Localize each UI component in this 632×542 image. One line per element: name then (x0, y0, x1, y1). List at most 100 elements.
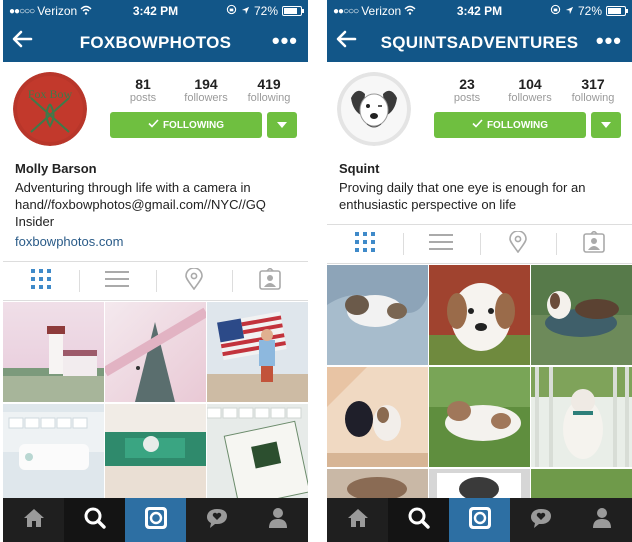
followers-label: followers (508, 92, 552, 104)
search-icon (408, 507, 430, 534)
photo-thumbnail[interactable] (429, 367, 530, 467)
home-icon (346, 507, 370, 534)
avatar[interactable] (337, 72, 411, 146)
posts-stat[interactable]: 81 posts (113, 76, 173, 104)
followers-label: followers (184, 92, 228, 104)
nav-search[interactable] (388, 498, 449, 542)
phone-screen-left: ●●○○○ Verizon 3:42 PM 72% FOXBOWPHOTOS •… (3, 0, 308, 542)
photo-thumbnail[interactable] (207, 404, 308, 504)
home-icon (22, 507, 46, 534)
following-count: 317 (581, 76, 605, 92)
photo-thumbnail[interactable] (3, 404, 104, 504)
grid-view-tab[interactable] (327, 225, 403, 263)
photo-thumbnail[interactable] (429, 469, 530, 499)
activity-icon (205, 507, 229, 534)
nav-camera[interactable] (125, 498, 186, 542)
nav-home[interactable] (3, 498, 64, 542)
list-view-tab[interactable] (403, 225, 479, 263)
followers-stat[interactable]: 104 followers (500, 76, 560, 104)
following-count: 419 (257, 76, 281, 92)
profile-icon (592, 507, 612, 534)
photo-map-tab[interactable] (479, 225, 556, 263)
following-button[interactable]: FOLLOWING (110, 112, 262, 138)
suggestions-dropdown-button[interactable] (267, 112, 297, 138)
posts-label: posts (129, 92, 157, 104)
more-options-icon[interactable]: ••• (272, 28, 298, 54)
website-link[interactable]: foxbowphotos.com (15, 233, 300, 250)
nav-profile[interactable] (571, 498, 632, 542)
username-title: FOXBOWPHOTOS (79, 33, 232, 52)
bio-text: Proving daily that one eye is enough for… (339, 180, 586, 212)
photo-thumbnail[interactable] (531, 265, 632, 365)
caret-down-icon (601, 120, 611, 131)
following-label-text: FOLLOWING (486, 119, 549, 131)
list-view-tab[interactable] (79, 262, 155, 300)
nav-activity[interactable] (186, 498, 247, 542)
battery-icon (282, 6, 304, 16)
following-stat[interactable]: 419 following (239, 76, 299, 104)
nav-home[interactable] (327, 498, 388, 542)
status-bar: ●●○○○ Verizon 3:42 PM 72% (327, 0, 632, 22)
nav-search[interactable] (64, 498, 125, 542)
battery-icon (606, 6, 628, 16)
grid-view-tab[interactable] (3, 262, 79, 300)
nav-camera[interactable] (449, 498, 510, 542)
full-name: Squint (339, 161, 380, 176)
location-pin-icon (508, 229, 527, 258)
photo-thumbnail[interactable] (3, 302, 104, 402)
profile-stats: 23 posts 104 followers 317 following (437, 76, 623, 104)
phone-screen-right: ●●○○○ Verizon 3:42 PM 72% SQUINTSADVENTU… (327, 0, 632, 542)
more-options-icon[interactable]: ••• (596, 28, 622, 54)
photo-thumbnail[interactable] (327, 367, 428, 467)
photo-thumbnail[interactable] (429, 265, 530, 365)
photo-thumbnail[interactable] (105, 302, 206, 402)
photo-thumbnail[interactable] (105, 404, 206, 504)
battery-percent: 72% (577, 4, 602, 18)
rotation-lock-icon (550, 4, 561, 18)
suggestions-dropdown-button[interactable] (591, 112, 621, 138)
photo-thumbnail[interactable] (207, 302, 308, 402)
status-bar: ●●○○○ Verizon 3:42 PM 72% (3, 0, 308, 22)
list-icon (105, 270, 130, 293)
photo-thumbnail[interactable] (327, 469, 428, 499)
profile-header: FOXBOWPHOTOS ••• (3, 22, 308, 62)
avatar[interactable]: Fox Bow (13, 72, 87, 146)
tagged-photos-tab[interactable] (231, 262, 308, 300)
following-label: following (247, 92, 291, 104)
battery-percent: 72% (253, 4, 278, 18)
camera-icon (468, 506, 492, 535)
caret-down-icon (277, 120, 287, 131)
checkmark-icon (148, 119, 159, 131)
tagged-photos-tab[interactable] (555, 225, 632, 263)
view-tabs (327, 224, 632, 264)
profile-bio: Molly Barson Adventuring through life wi… (15, 160, 300, 250)
full-name: Molly Barson (15, 161, 97, 176)
tagged-icon (259, 266, 281, 295)
photo-thumbnail[interactable] (327, 265, 428, 365)
grid-icon (355, 231, 376, 257)
profile-icon (268, 507, 288, 534)
following-stat[interactable]: 317 following (563, 76, 623, 104)
username-title: SQUINTSADVENTURES (380, 33, 579, 52)
photo-thumbnail[interactable] (531, 469, 632, 499)
followers-count: 194 (194, 76, 218, 92)
camera-icon (144, 506, 168, 535)
profile-bio: Squint Proving daily that one eye is eno… (339, 160, 624, 213)
profile-stats: 81 posts 194 followers 419 following (113, 76, 299, 104)
followers-stat[interactable]: 194 followers (176, 76, 236, 104)
posts-count: 81 (135, 76, 151, 92)
posts-label: posts (453, 92, 481, 104)
nav-profile[interactable] (247, 498, 308, 542)
activity-icon (529, 507, 553, 534)
following-label-text: FOLLOWING (162, 119, 225, 131)
photo-thumbnail[interactable] (531, 367, 632, 467)
posts-stat[interactable]: 23 posts (437, 76, 497, 104)
following-button[interactable]: FOLLOWING (434, 112, 586, 138)
tagged-icon (583, 229, 605, 258)
following-label: following (571, 92, 615, 104)
location-pin-icon (184, 266, 203, 295)
photo-map-tab[interactable] (155, 262, 232, 300)
rotation-lock-icon (226, 4, 237, 18)
search-icon (84, 507, 106, 534)
nav-activity[interactable] (510, 498, 571, 542)
